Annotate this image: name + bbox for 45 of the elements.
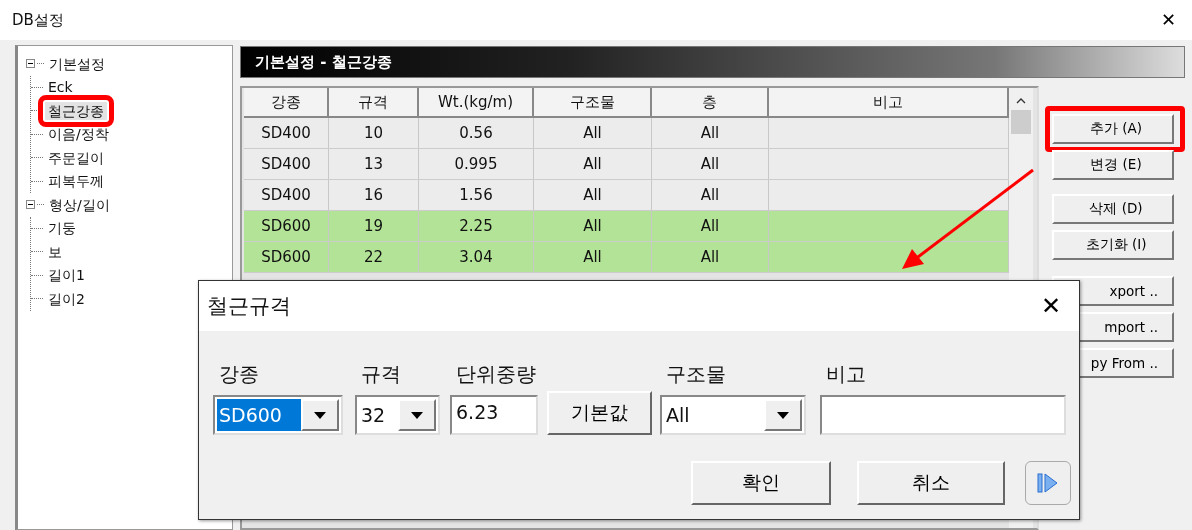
field-label: 구조물 [665, 361, 727, 388]
tree-item[interactable]: 형상/길이 [46, 195, 113, 214]
tree-item[interactable]: 피복두께 [45, 172, 107, 191]
scroll-thumb[interactable] [1011, 110, 1031, 134]
collapse-icon[interactable] [26, 59, 35, 69]
dropdown[interactable]: 32 [355, 395, 440, 435]
tree-item[interactable]: 기본설정 [46, 54, 108, 73]
action-button[interactable]: 삭제 (D) [1052, 194, 1174, 224]
next-button[interactable] [1025, 461, 1071, 505]
close-button[interactable]: ✕ [1155, 7, 1182, 33]
tree-item[interactable]: Eck [45, 78, 76, 97]
input-field[interactable]: 6.23 [450, 395, 538, 435]
caret-icon [777, 411, 789, 419]
caret-icon [314, 411, 326, 419]
caret-icon [411, 411, 423, 419]
field-label: 강종 [218, 361, 260, 388]
field-label: 단위중량 [455, 361, 537, 388]
table-row[interactable]: SD600 19 2.25 All All [244, 211, 1009, 242]
tree-item[interactable]: 이음/정착 [45, 125, 112, 144]
action-button[interactable]: 초기화 (I) [1052, 230, 1174, 260]
ok-button[interactable]: 확인 [691, 461, 831, 505]
play-next-icon [1036, 471, 1060, 495]
dialog-title: 철근규격 [207, 293, 291, 320]
dropdown[interactable]: All [660, 395, 806, 435]
window-title: DB설정 [12, 10, 64, 30]
field-label: 규격 [360, 361, 402, 388]
table-row[interactable]: SD600 22 3.04 All All [244, 242, 1009, 273]
scroll-up-icon[interactable] [1016, 98, 1026, 104]
table-row[interactable]: SD400 16 1.56 All All [244, 180, 1009, 211]
dropdown[interactable]: SD600 [213, 395, 343, 435]
input-field[interactable] [820, 395, 1066, 435]
action-button[interactable]: 추가 (A) [1052, 114, 1174, 144]
collapse-icon[interactable] [26, 200, 35, 210]
tree-item[interactable]: 길이1 [45, 266, 88, 285]
table-row[interactable]: SD400 10 0.56 All All [244, 118, 1009, 149]
tree-item[interactable]: 길이2 [45, 289, 88, 308]
cancel-button[interactable]: 취소 [857, 461, 1005, 505]
tree-item[interactable]: 기둥 [45, 219, 79, 238]
tree-item[interactable]: 주문길이 [45, 148, 107, 167]
field-label: 비고 [825, 361, 867, 388]
default-button[interactable]: 기본값 [547, 391, 652, 435]
section-header: 기본설정 - 철근강종 [240, 46, 1185, 78]
tree-item[interactable]: 보 [45, 242, 65, 261]
table-row[interactable]: SD400 13 0.995 All All [244, 149, 1009, 180]
action-button[interactable]: 변경 (E) [1052, 150, 1174, 180]
